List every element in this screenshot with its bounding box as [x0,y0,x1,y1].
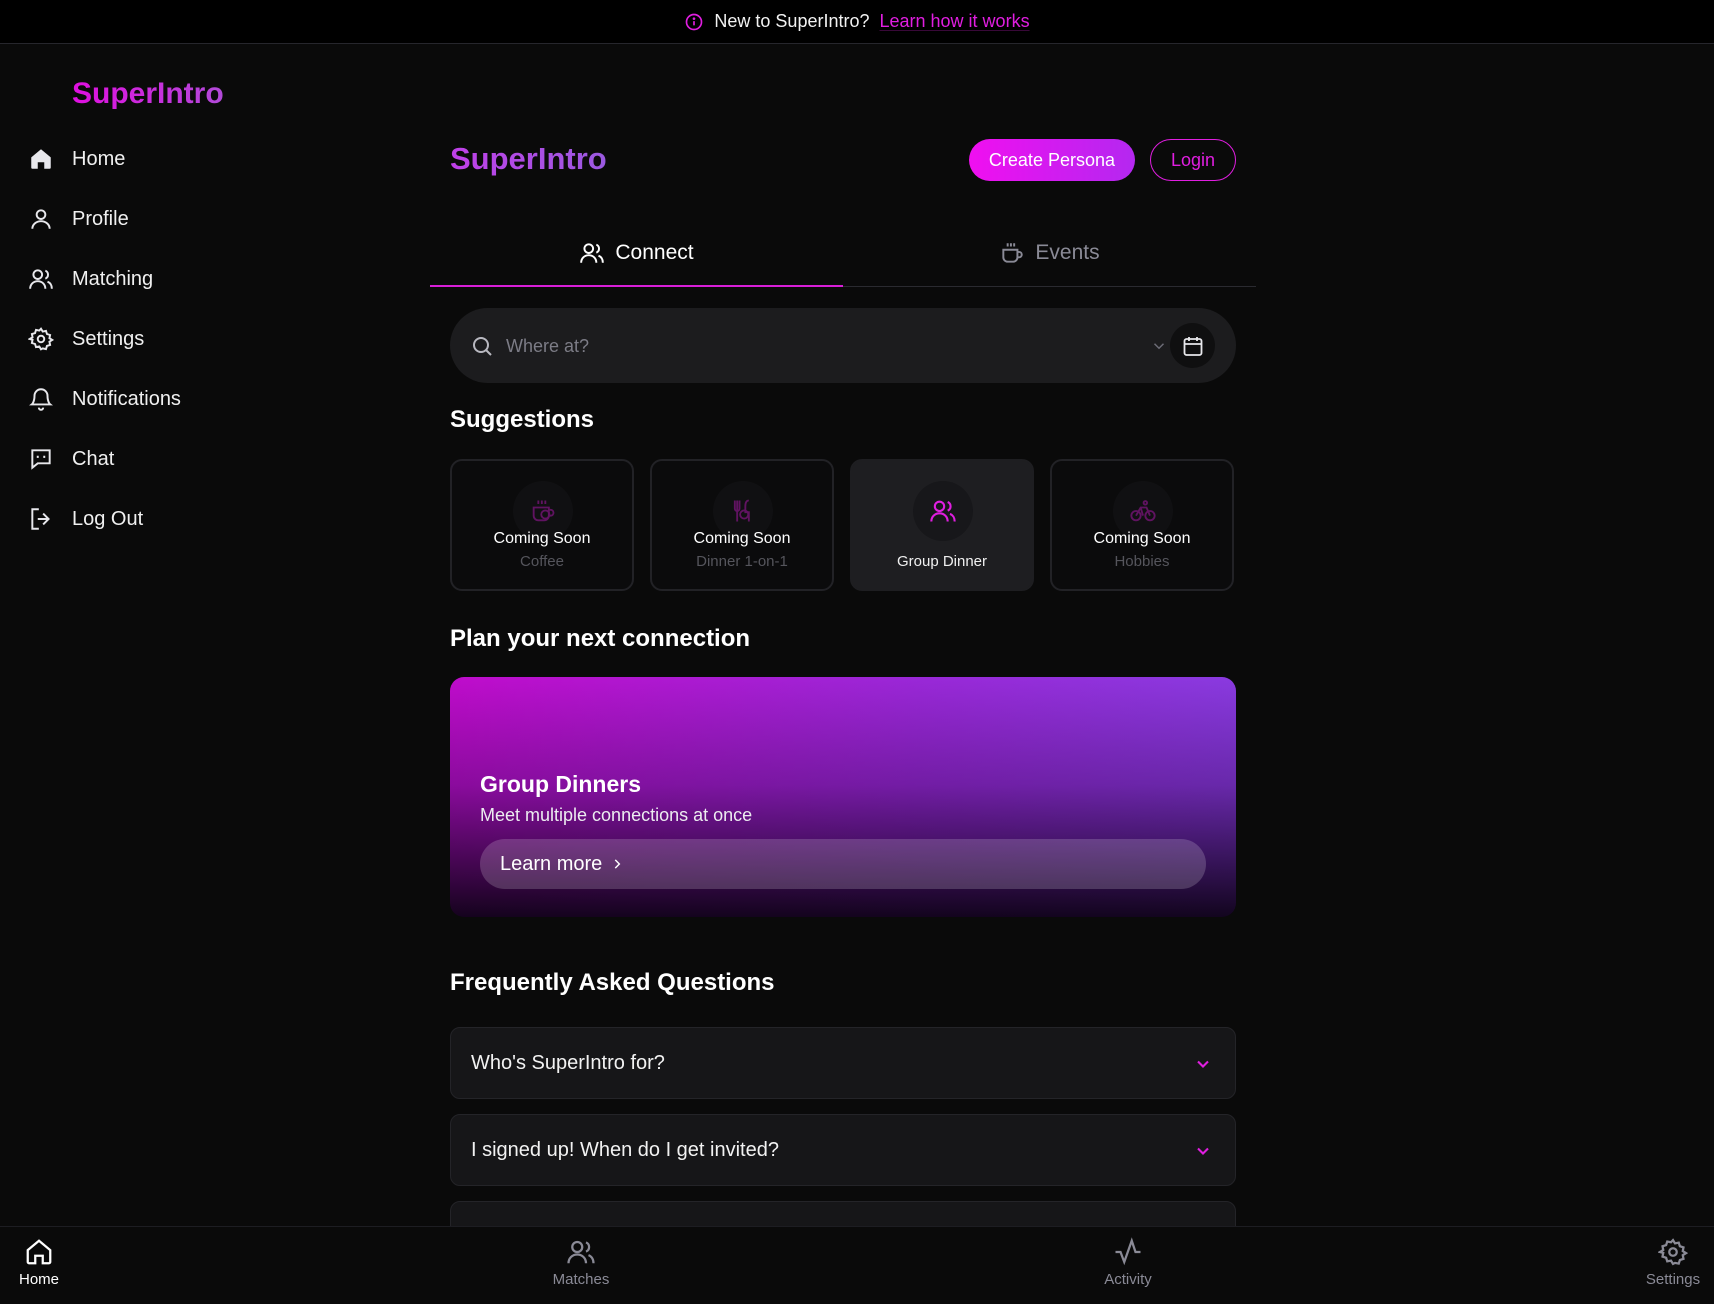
chevron-right-icon [615,859,621,869]
users-icon [580,243,605,263]
sidebar-item-profile[interactable]: Profile [28,189,181,249]
bottom-nav: Home Matches Activity Settings [0,1226,1714,1304]
announcement-banner: New to SuperIntro? Learn how it works [0,0,1714,44]
tab-events[interactable]: Events [843,220,1256,286]
suggestion-card-hobbies: Coming Soon Hobbies [1050,459,1234,591]
login-button[interactable]: Login [1150,139,1236,181]
coming-soon-label: Coming Soon [693,530,791,547]
sidebar-item-label: Profile [72,207,129,230]
bottom-nav-label: Matches [552,1271,610,1288]
bottom-nav-label: Activity [1104,1271,1152,1288]
logout-icon [31,508,50,530]
sidebar-item-label: Matching [72,267,154,290]
tab-bar: Connect Events [430,220,1256,287]
location-search-bar [450,308,1236,383]
faq-question: I signed up! When do I get invited? [471,1138,779,1161]
bottom-nav-home[interactable]: Home [0,1237,94,1288]
chevron-down-icon [1197,1060,1209,1068]
sidebar-nav: Home Profile Matching Settings Notificat… [28,129,181,549]
plan-heading: Plan your next connection [450,625,751,652]
bottom-nav-matches[interactable]: Matches [526,1237,636,1288]
suggestion-label: Group Dinner [896,553,988,570]
tab-label: Events [1035,241,1100,264]
location-search-input[interactable] [506,328,1106,364]
gear-icon [1658,1238,1688,1266]
sidebar-item-settings[interactable]: Settings [28,309,181,369]
tab-label: Connect [615,241,694,264]
activity-icon [1115,1237,1141,1266]
sidebar-item-logout[interactable]: Log Out [28,489,181,549]
users-icon [29,269,53,289]
chevron-down-icon [1197,1147,1209,1155]
suggestions-heading: Suggestions [450,406,595,433]
sidebar-item-label: Chat [72,447,115,470]
sidebar-item-label: Notifications [72,387,181,410]
home-icon [26,1239,52,1265]
coming-soon-label: Coming Soon [1093,530,1191,547]
sidebar: SuperIntro Home Profile Matching Setting… [0,44,400,1226]
sidebar-item-label: Home [72,147,126,170]
suggestion-label: Coffee [520,553,564,570]
sidebar-item-chat[interactable]: Chat [28,429,181,489]
users-icon [913,481,973,541]
chevron-down-icon[interactable] [1150,337,1168,355]
info-icon [686,13,703,30]
user-icon [31,209,51,229]
home-icon [31,149,51,169]
chat-icon [31,449,51,470]
promo-title: Group Dinners [480,771,642,797]
suggestion-card-coffee: Coming Soon Coffee [450,459,634,591]
coming-soon-label: Coming Soon [493,530,591,547]
suggestion-card-group-dinner[interactable]: Group Dinner [850,459,1034,591]
bottom-nav-activity[interactable]: Activity [1073,1237,1183,1288]
learn-how-link[interactable]: Learn how it works [880,11,1030,32]
faq-item[interactable]: I signed up! When do I get invited? [450,1114,1236,1186]
sidebar-item-matching[interactable]: Matching [28,249,181,309]
date-picker-button[interactable] [1170,323,1215,368]
suggestion-cards: Coming Soon Coffee Coming Soon Dinner 1-… [450,459,1236,591]
learn-more-button[interactable]: Learn more [480,839,1206,889]
sidebar-item-notifications[interactable]: Notifications [28,369,181,429]
sidebar-brand-logo[interactable]: SuperIntro [72,77,224,111]
sidebar-item-label: Settings [72,327,145,350]
create-persona-button[interactable]: Create Persona [968,139,1135,181]
search-icon [473,337,492,356]
bottom-nav-label: Settings [1645,1271,1701,1288]
suggestion-card-dinner-1on1: Coming Soon Dinner 1-on-1 [650,459,834,591]
faq-heading: Frequently Asked Questions [450,969,775,996]
calendar-icon [1183,336,1202,356]
coffee-icon [1002,243,1024,263]
learn-more-label: Learn more [500,852,603,875]
bottom-nav-settings[interactable]: Settings [1618,1237,1714,1288]
sidebar-item-home[interactable]: Home [28,129,181,189]
sidebar-item-label: Log Out [72,507,144,530]
page-header: SuperIntro Create Persona Login [450,139,1236,181]
page-title: SuperIntro [450,141,607,176]
faq-item[interactable]: Who's SuperIntro for? [450,1027,1236,1099]
bottom-nav-label: Home [18,1271,59,1288]
banner-text: New to SuperIntro? [714,11,870,31]
faq-question: Who's SuperIntro for? [471,1051,665,1074]
bell-icon [29,388,53,411]
promo-subtitle: Meet multiple connections at once [480,805,753,825]
group-dinners-promo: Group Dinners Meet multiple connections … [450,677,1236,917]
users-icon [567,1240,595,1264]
suggestion-label: Hobbies [1114,553,1170,570]
tab-connect[interactable]: Connect [430,220,843,287]
suggestion-label: Dinner 1-on-1 [696,553,788,570]
gear-icon [28,327,54,351]
